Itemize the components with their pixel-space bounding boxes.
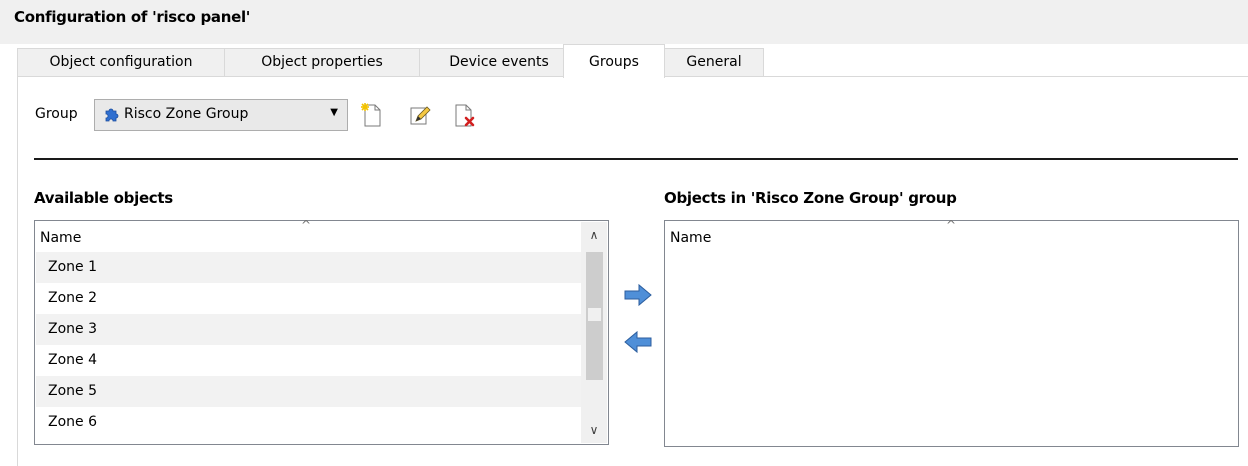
sort-caret-icon: ^ [301,218,312,232]
list-item[interactable]: Zone 6 [36,407,581,438]
group-select-value: Risco Zone Group [124,106,249,122]
arrow-left-icon[interactable] [622,330,654,354]
scrollbar-thumb[interactable] [586,252,603,380]
list-item[interactable]: Zone 2 [36,283,581,314]
tab-groups[interactable]: Groups [563,44,665,78]
available-objects-list[interactable]: ^ Name Zone 1 Zone 2 Zone 3 Zone 4 Zone … [34,218,609,445]
chevron-up-icon[interactable]: ∧ [581,222,607,248]
edit-pencil-icon[interactable] [408,102,432,128]
group-objects-heading: Objects in 'Risco Zone Group' group [664,189,957,207]
tab-object-properties[interactable]: Object properties [224,48,420,76]
list-item[interactable]: Zone 1 [36,252,581,283]
chevron-down-icon: ▼ [330,107,338,118]
puzzle-icon [105,108,119,122]
delete-document-icon[interactable] [452,102,476,128]
new-document-icon[interactable] [360,102,384,128]
section-divider [34,158,1238,160]
scrollbar-grip [588,308,601,321]
tab-device-events[interactable]: Device events [419,48,579,76]
arrow-right-icon[interactable] [622,283,654,307]
window-header: Configuration of 'risco panel' [0,0,1248,44]
group-objects-list[interactable]: ^ Name [664,218,1239,447]
name-column-header[interactable]: Name [40,230,81,246]
window-title: Configuration of 'risco panel' [14,8,251,26]
tab-general[interactable]: General [664,48,764,76]
name-column-header[interactable]: Name [670,230,711,246]
tab-object-configuration[interactable]: Object configuration [17,48,225,76]
chevron-down-icon[interactable]: ∨ [581,417,607,443]
list-item[interactable]: Zone 4 [36,345,581,376]
list-item[interactable]: Zone 3 [36,314,581,345]
list-item[interactable]: Zone 5 [36,376,581,407]
group-label: Group [35,106,78,122]
sort-caret-icon: ^ [946,218,957,232]
vertical-scrollbar[interactable]: ∧ ∨ [581,222,607,443]
group-select[interactable]: Risco Zone Group ▼ [94,99,348,131]
available-objects-heading: Available objects [34,189,173,207]
